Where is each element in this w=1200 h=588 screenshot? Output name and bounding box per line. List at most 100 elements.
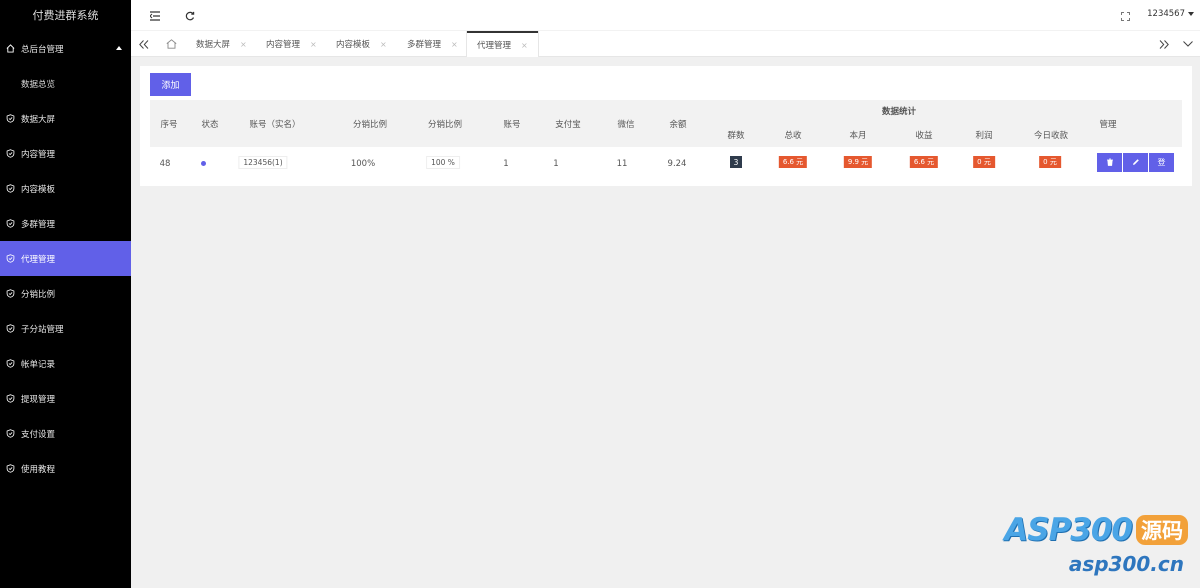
scroll-right-icon[interactable] (1151, 31, 1177, 57)
sidebar-item-label: 内容模板 (21, 184, 56, 195)
shield-check-icon (6, 429, 15, 438)
tab-label: 代理管理 (477, 41, 512, 51)
col-groups: 群数 (727, 131, 745, 141)
tab-data-screen[interactable]: 数据大屏 × (196, 31, 247, 57)
caret-down-icon (1188, 12, 1194, 16)
close-icon[interactable]: × (310, 40, 317, 49)
sidebar-item-data-screen[interactable]: 数据大屏 (0, 101, 131, 136)
sidebar-item-tutorial[interactable]: 使用教程 (0, 451, 131, 486)
total-badge: 6.6 元 (778, 156, 808, 168)
col-total: 总收 (784, 131, 802, 141)
edit-button[interactable] (1123, 153, 1148, 172)
close-icon[interactable]: × (240, 40, 247, 49)
cell-index: 48 (159, 159, 171, 169)
scroll-left-icon[interactable] (131, 31, 157, 57)
col-today: 今日收款 (1033, 131, 1069, 141)
user-menu[interactable]: 1234567 (1147, 9, 1194, 19)
sidebar-item-groups[interactable]: 多群管理 (0, 206, 131, 241)
col-income: 收益 (915, 131, 933, 141)
shield-check-icon (6, 184, 15, 193)
sidebar: 付费进群系统 总后台管理 数据总览 数据大屏 内容管理 内容模板 多群管理 代理… (0, 0, 131, 588)
col-wechat: 微信 (617, 120, 635, 130)
shield-check-icon (6, 464, 15, 473)
col-account: 账号 (503, 120, 521, 130)
sidebar-item-label: 数据总览 (21, 79, 56, 90)
close-icon[interactable]: × (380, 40, 387, 49)
cell-account: 1 (503, 159, 509, 169)
sidebar-item-overview[interactable]: 数据总览 (0, 66, 131, 101)
tab-label: 内容管理 (266, 40, 301, 50)
menu-collapse-icon[interactable] (148, 9, 162, 23)
home-tab-icon[interactable] (158, 31, 184, 57)
cell-ratio-input[interactable]: 100 % (426, 156, 460, 169)
col-month: 本月 (849, 131, 867, 141)
shield-check-icon (6, 149, 15, 158)
tab-bar: 数据大屏 × 内容管理 × 内容模板 × 多群管理 × 代理管理 × (131, 31, 1200, 57)
refresh-icon[interactable] (183, 9, 197, 23)
username: 1234567 (1147, 9, 1185, 19)
tab-templates[interactable]: 内容模板 × (336, 31, 387, 57)
sidebar-item-label: 提现管理 (21, 394, 56, 405)
col-stats-group: 数据统计 (881, 107, 917, 117)
sidebar-item-label: 子分站管理 (21, 324, 64, 335)
sidebar-item-label: 分销比例 (21, 289, 56, 300)
sidebar-item-label: 使用教程 (21, 464, 56, 475)
shield-check-icon (6, 219, 15, 228)
table-row: 48 123456(1) 100% 100 % 1 1 11 9.24 3 6.… (150, 147, 1182, 180)
caret-up-icon (116, 46, 122, 50)
sidebar-item-payment[interactable]: 支付设置 (0, 416, 131, 451)
shield-check-icon (6, 289, 15, 298)
col-ratio-2: 分销比例 (427, 120, 463, 130)
sidebar-item-agents[interactable]: 代理管理 (0, 241, 131, 276)
income-badge: 6.6 元 (909, 156, 939, 168)
row-actions: 登 (1097, 153, 1175, 172)
close-icon[interactable]: × (521, 41, 528, 50)
table-header: 序号 状态 账号（实名） 分销比例 分销比例 账号 支付宝 微信 余额 数据统计… (150, 100, 1182, 147)
col-status: 状态 (201, 120, 219, 130)
sidebar-item-label: 支付设置 (21, 429, 56, 440)
watermark: ASP300 源码 asp300.cn (999, 512, 1194, 584)
col-manage: 管理 (1099, 120, 1117, 130)
cell-wechat: 11 (616, 159, 628, 169)
status-dot (201, 161, 206, 166)
sidebar-item-substations[interactable]: 子分站管理 (0, 311, 131, 346)
col-account-name: 账号（实名） (249, 120, 301, 130)
shield-check-icon (6, 359, 15, 368)
trash-icon (1106, 158, 1114, 168)
fullscreen-icon[interactable] (1118, 9, 1132, 23)
groups-badge: 3 (730, 156, 742, 168)
cell-balance: 9.24 (667, 159, 687, 169)
col-balance: 余额 (669, 120, 687, 130)
agent-table-card: 添加 序号 状态 账号（实名） 分销比例 分销比例 账号 支付宝 微信 余额 数… (140, 66, 1192, 186)
col-index: 序号 (160, 120, 178, 130)
delete-button[interactable] (1097, 153, 1122, 172)
sidebar-item-withdraw[interactable]: 提现管理 (0, 381, 131, 416)
sidebar-item-content[interactable]: 内容管理 (0, 136, 131, 171)
tab-content[interactable]: 内容管理 × (266, 31, 317, 57)
sidebar-item-label: 代理管理 (21, 254, 56, 265)
sidebar-item-bills[interactable]: 帐单记录 (0, 346, 131, 381)
tab-groups[interactable]: 多群管理 × (407, 31, 458, 57)
sidebar-item-label: 总后台管理 (21, 44, 64, 55)
chevron-down-icon[interactable] (1175, 31, 1200, 57)
add-button[interactable]: 添加 (150, 73, 191, 96)
close-icon[interactable]: × (451, 40, 458, 49)
month-badge: 9.9 元 (843, 156, 873, 168)
top-header: 1234567 (131, 0, 1200, 31)
sidebar-item-templates[interactable]: 内容模板 (0, 171, 131, 206)
login-button[interactable]: 登 (1149, 153, 1174, 172)
watermark-tag: 源码 (1136, 515, 1188, 545)
cell-ratio: 100% (350, 159, 376, 169)
shield-check-icon (6, 254, 15, 263)
tab-agents[interactable]: 代理管理 × (467, 31, 538, 57)
sidebar-item-ratio[interactable]: 分销比例 (0, 276, 131, 311)
tab-label: 内容模板 (336, 40, 371, 50)
shield-check-icon (6, 394, 15, 403)
sidebar-item-label: 多群管理 (21, 219, 56, 230)
today-badge: 0 元 (1039, 156, 1061, 168)
sidebar-item-admin-root[interactable]: 总后台管理 (0, 31, 131, 66)
shield-check-icon (6, 114, 15, 123)
app-logo: 付费进群系统 (32, 9, 99, 22)
col-profit: 利润 (975, 131, 993, 141)
cell-account-name: 123456(1) (238, 156, 288, 169)
